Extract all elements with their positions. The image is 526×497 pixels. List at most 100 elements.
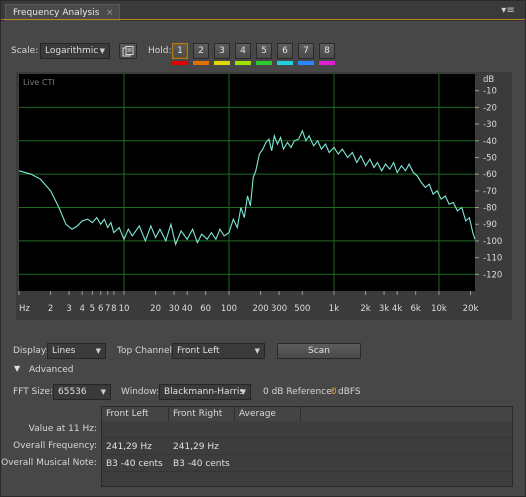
x-tick-label: 10 [119, 304, 130, 314]
chevron-down-icon: ▼ [254, 347, 260, 355]
hold-color-swatch-6 [277, 61, 293, 65]
y-tick-label: -110 [483, 254, 502, 264]
y-axis-unit-label: dB [483, 75, 494, 85]
window-dropdown[interactable]: Blackmann-Harris ▼ [159, 384, 251, 400]
top-channel-label: Top Channel: [117, 346, 176, 356]
row-divider [102, 437, 512, 438]
x-tick-label: 4k [392, 304, 402, 314]
column-header-average: Average [235, 407, 301, 421]
x-tick-label: 200 [252, 304, 268, 314]
results-table-grid: Front Left Front Right Average 241,29 Hz… [101, 406, 513, 487]
x-tick-label: 6 [98, 304, 103, 314]
x-tick-label: 5 [90, 304, 95, 314]
hold-label: Hold: [148, 46, 172, 56]
x-tick-label: Hz [19, 304, 30, 314]
hold-button-7[interactable]: 7 [298, 43, 314, 59]
x-tick-label: 1k [329, 304, 339, 314]
musical-note-front-left: B3 -40 cents [106, 459, 163, 469]
x-tick-label: 100 [221, 304, 237, 314]
y-tick-label: -100 [483, 237, 502, 247]
y-tick-label: -80 [483, 204, 497, 214]
hold-color-swatch-5 [256, 61, 272, 65]
x-tick-label: 20 [150, 304, 161, 314]
chevron-down-icon: ▼ [99, 47, 105, 55]
clipboard-icon [122, 46, 134, 57]
x-tick-label: 2k [360, 304, 370, 314]
y-tick-label: -50 [483, 153, 497, 163]
hold-color-swatch-3 [214, 61, 230, 65]
fft-size-label: FFT Size: [13, 387, 54, 397]
chevron-down-icon: ▼ [240, 388, 246, 396]
zero-db-reference-value[interactable]: 0 [331, 385, 337, 399]
display-value: Lines [52, 346, 76, 356]
window-value: Blackmann-Harris [164, 387, 245, 397]
y-tick-label: -10 [483, 87, 497, 97]
hold-button-4[interactable]: 4 [235, 43, 251, 59]
scale-dropdown[interactable]: Logarithmic ▼ [40, 43, 110, 59]
scale-label: Scale: [11, 46, 39, 56]
live-cti-label: Live CTI [23, 78, 55, 87]
x-tick-label: 40 [182, 304, 193, 314]
x-tick-label: 20k [463, 304, 479, 314]
chevron-down-icon: ▼ [95, 347, 101, 355]
y-tick-label: -20 [483, 103, 497, 113]
y-tick-label: -70 [483, 187, 497, 197]
y-tick-label: -30 [483, 120, 497, 130]
hold-button-5[interactable]: 5 [256, 43, 272, 59]
y-tick-label: -120 [483, 270, 502, 280]
hold-button-6[interactable]: 6 [277, 43, 293, 59]
x-tick-label: 3 [66, 304, 71, 314]
row-label-value-11hz: Value at 11 Hz: [28, 424, 97, 434]
y-tick-label: -90 [483, 220, 497, 230]
panel-tab-strip: Frequency Analysis × ▾≡ [1, 1, 525, 21]
x-tick-label: 3k [379, 304, 389, 314]
window-label: Window: [121, 387, 160, 397]
zero-db-reference-label: 0 dB Reference: [263, 387, 335, 397]
frequency-spectrum-chart: Live CTI dB -10 -20 -30 -40 -50 -60 -70 -80 -90 -10… [16, 72, 512, 320]
fft-size-dropdown[interactable]: 65536 ▼ [53, 384, 111, 400]
hold-color-swatch-1 [172, 61, 188, 65]
x-tick-label: 30 [169, 304, 180, 314]
x-tick-label: 300 [271, 304, 287, 314]
x-tick-label: 10k [431, 304, 447, 314]
hold-color-swatch-2 [193, 61, 209, 65]
hold-color-swatch-7 [298, 61, 314, 65]
overall-frequency-front-left: 241,29 Hz [106, 442, 152, 452]
advanced-section-toggle[interactable]: Advanced [29, 363, 73, 377]
hold-button-8[interactable]: 8 [319, 43, 335, 59]
fft-size-value: 65536 [58, 387, 87, 397]
scale-value: Logarithmic [45, 46, 99, 56]
hold-button-1[interactable]: 1 [172, 43, 188, 59]
x-tick-label: 2 [48, 304, 53, 314]
results-table: Front Left Front Right Average 241,29 Hz… [1, 406, 513, 487]
display-dropdown[interactable]: Lines ▼ [47, 343, 106, 359]
x-tick-label: 7 [105, 304, 110, 314]
plot-area [19, 74, 475, 291]
y-tick-label: -40 [483, 137, 497, 147]
row-divider [102, 454, 512, 455]
x-tick-label: 8 [111, 304, 116, 314]
musical-note-front-right: B3 -40 cents [173, 459, 230, 469]
column-header-front-left: Front Left [102, 407, 169, 421]
x-tick-label: 500 [294, 304, 310, 314]
column-header-front-right: Front Right [169, 407, 235, 421]
panel-menu-icon[interactable]: ▾≡ [497, 4, 519, 18]
hold-button-3[interactable]: 3 [214, 43, 230, 59]
x-tick-label: 6k [410, 304, 420, 314]
top-channel-value: Front Left [177, 346, 220, 356]
hold-button-2[interactable]: 2 [193, 43, 209, 59]
x-tick-label: 60 [200, 304, 211, 314]
row-label-overall-musical-note: Overall Musical Note: [1, 458, 97, 468]
top-channel-dropdown[interactable]: Front Left ▼ [172, 343, 265, 359]
tab-label: Frequency Analysis [13, 8, 100, 18]
copy-to-clipboard-button[interactable] [119, 43, 137, 59]
column-header-empty [301, 407, 512, 421]
expand-arrow-icon[interactable]: ▼ [14, 365, 22, 373]
frequency-analysis-panel: Frequency Analysis × ▾≡ Scale: Logarithm… [0, 0, 526, 497]
hold-color-swatch-8 [319, 61, 335, 65]
display-label: Display: [13, 346, 49, 356]
overall-frequency-front-right: 241,29 Hz [173, 442, 219, 452]
scan-button[interactable]: Scan [277, 343, 361, 359]
tab-accent-line [1, 19, 525, 20]
chevron-down-icon: ▼ [100, 388, 106, 396]
